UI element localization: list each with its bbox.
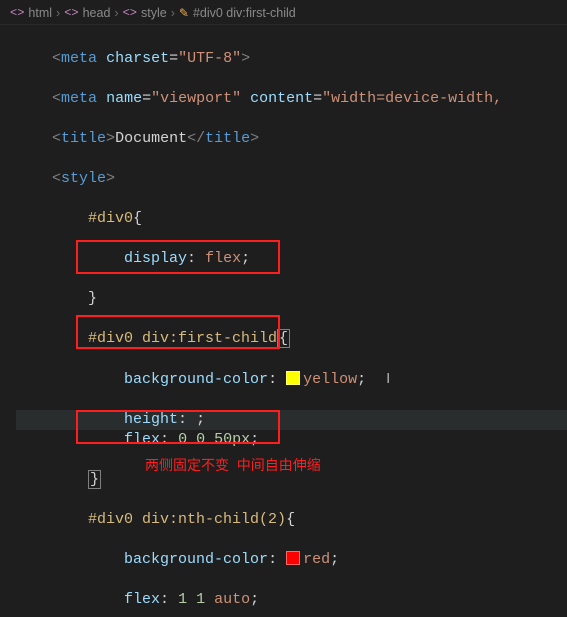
code-line-active[interactable]: height: ; xyxy=(16,410,567,430)
code-line[interactable]: #div0{ xyxy=(16,209,567,229)
color-swatch-yellow[interactable] xyxy=(286,371,300,385)
breadcrumb-html[interactable]: <> html xyxy=(10,6,52,20)
tag-icon: <> xyxy=(64,6,78,20)
breadcrumb-label: head xyxy=(83,6,111,20)
code-editor[interactable]: <meta charset="UTF-8"> <meta name="viewp… xyxy=(0,25,567,617)
breadcrumb-label: #div0 div:first-child xyxy=(193,6,296,20)
breadcrumb-label: style xyxy=(141,6,167,20)
tag-icon: <> xyxy=(123,6,137,20)
code-line[interactable]: flex: 0 0 50px; xyxy=(16,430,567,450)
code-line[interactable]: <title>Document</title> xyxy=(16,129,567,149)
breadcrumbs: <> html › <> head › <> style › ✎ #div0 d… xyxy=(0,0,567,25)
code-line[interactable]: #div0 div:first-child{ xyxy=(16,329,567,349)
breadcrumb-head[interactable]: <> head xyxy=(64,6,110,20)
code-line[interactable]: } xyxy=(16,289,567,309)
code-line[interactable]: <meta name="viewport" content="width=dev… xyxy=(16,89,567,109)
chevron-right-icon: › xyxy=(114,6,118,20)
breadcrumb-style[interactable]: <> style xyxy=(123,6,167,20)
code-line[interactable]: display: flex; xyxy=(16,249,567,269)
code-line[interactable]: #div0 div:nth-child(2){ xyxy=(16,510,567,530)
code-line[interactable]: <style> xyxy=(16,169,567,189)
code-line[interactable]: <meta charset="UTF-8"> xyxy=(16,49,567,69)
code-line[interactable]: background-color: red; xyxy=(16,550,567,570)
chevron-right-icon: › xyxy=(56,6,60,20)
color-swatch-red[interactable] xyxy=(286,551,300,565)
code-line[interactable]: flex: 1 1 auto; xyxy=(16,590,567,610)
breadcrumb-label: html xyxy=(28,6,52,20)
code-line[interactable]: background-color: yellow;I xyxy=(16,369,567,390)
text-cursor: I xyxy=(386,369,390,389)
breadcrumb-selector[interactable]: ✎ #div0 div:first-child xyxy=(179,6,296,21)
chevron-right-icon: › xyxy=(171,6,175,20)
selector-icon: ✎ xyxy=(179,6,189,21)
tag-icon: <> xyxy=(10,6,24,20)
annotation-text: 两侧固定不变 中间自由伸缩 xyxy=(145,455,321,475)
